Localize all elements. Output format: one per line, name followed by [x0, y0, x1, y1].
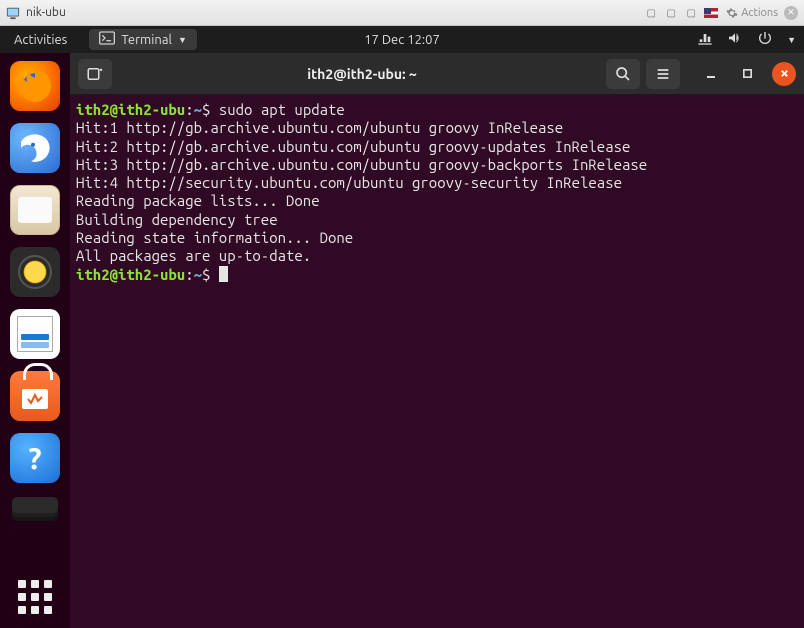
hamburger-menu-button[interactable] [646, 59, 680, 89]
window-maximize-button[interactable] [736, 63, 758, 85]
window-minimize-button[interactable] [700, 63, 722, 85]
output-line: Hit:1 http://gb.archive.ubuntu.com/ubunt… [76, 119, 563, 136]
vm-usb-icon[interactable]: ▢ [664, 6, 678, 20]
terminal-output[interactable]: ith2@ith2-ubu:~$ sudo apt update Hit:1 h… [70, 95, 804, 628]
dock-drawer-icon[interactable] [12, 497, 58, 513]
output-line: All packages are up-to-date. [76, 247, 311, 264]
prompt-path: ~ [194, 266, 202, 283]
volume-icon[interactable] [727, 30, 743, 49]
output-line: Hit:4 http://security.ubuntu.com/ubuntu … [76, 174, 622, 191]
window-close-button[interactable] [772, 62, 796, 86]
ubuntu-dock: ? [0, 53, 70, 628]
output-line: Hit:2 http://gb.archive.ubuntu.com/ubunt… [76, 138, 630, 155]
vm-network-icon[interactable]: ▢ [684, 6, 698, 20]
dock-show-applications[interactable] [18, 580, 52, 614]
output-line: Reading state information... Done [76, 229, 353, 246]
network-icon[interactable] [697, 30, 713, 49]
output-line: Hit:3 http://gb.archive.ubuntu.com/ubunt… [76, 156, 647, 173]
dock-ubuntu-software[interactable] [10, 371, 60, 421]
dock-libreoffice-writer[interactable] [10, 309, 60, 359]
prompt-path: ~ [194, 101, 202, 118]
app-menu-label: Terminal [121, 33, 172, 47]
terminal-title: ith2@ith2-ubu: ~ [118, 66, 606, 82]
activities-button[interactable]: Activities [8, 33, 73, 47]
vm-close-button[interactable]: ✕ [784, 6, 798, 20]
desktop-workspace: ? ith2@ith2-ubu: ~ [0, 53, 804, 628]
vm-window-titlebar: nik-ubu ▢ ▢ ▢ Actions ✕ [0, 0, 804, 26]
gnome-top-bar: Activities Terminal ▼ 17 Dec 12:07 ▼ [0, 26, 804, 53]
output-line: Building dependency tree [76, 211, 278, 228]
dock-firefox[interactable] [10, 61, 60, 111]
terminal-headerbar: ith2@ith2-ubu: ~ [70, 53, 804, 95]
clock[interactable]: 17 Dec 12:07 [364, 33, 440, 47]
vm-keyboard-flag[interactable] [704, 6, 718, 20]
app-menu-button[interactable]: Terminal ▼ [89, 29, 197, 50]
vm-actions-button[interactable]: Actions [726, 7, 778, 19]
vm-window-title: nik-ubu [26, 6, 66, 19]
system-tray[interactable]: ▼ [697, 30, 796, 49]
search-button[interactable] [606, 59, 640, 89]
dock-files[interactable] [10, 185, 60, 235]
entered-command: sudo apt update [219, 101, 345, 118]
output-line: Reading package lists... Done [76, 192, 320, 209]
vm-app-icon [6, 6, 20, 20]
tray-chevron-down-icon: ▼ [787, 35, 796, 45]
vm-display-icon[interactable]: ▢ [644, 6, 658, 20]
terminal-icon [99, 31, 115, 48]
terminal-window: ith2@ith2-ubu: ~ ith2@ith2-ubu:~$ sudo a… [70, 53, 804, 628]
dock-help[interactable]: ? [10, 433, 60, 483]
prompt-user: ith2@ith2-ubu [76, 266, 185, 283]
prompt-user: ith2@ith2-ubu [76, 101, 185, 118]
power-icon[interactable] [757, 30, 773, 49]
chevron-down-icon: ▼ [178, 35, 187, 45]
new-tab-button[interactable] [78, 59, 112, 89]
dock-rhythmbox[interactable] [10, 247, 60, 297]
dock-thunderbird[interactable] [10, 123, 60, 173]
terminal-cursor [219, 266, 228, 282]
